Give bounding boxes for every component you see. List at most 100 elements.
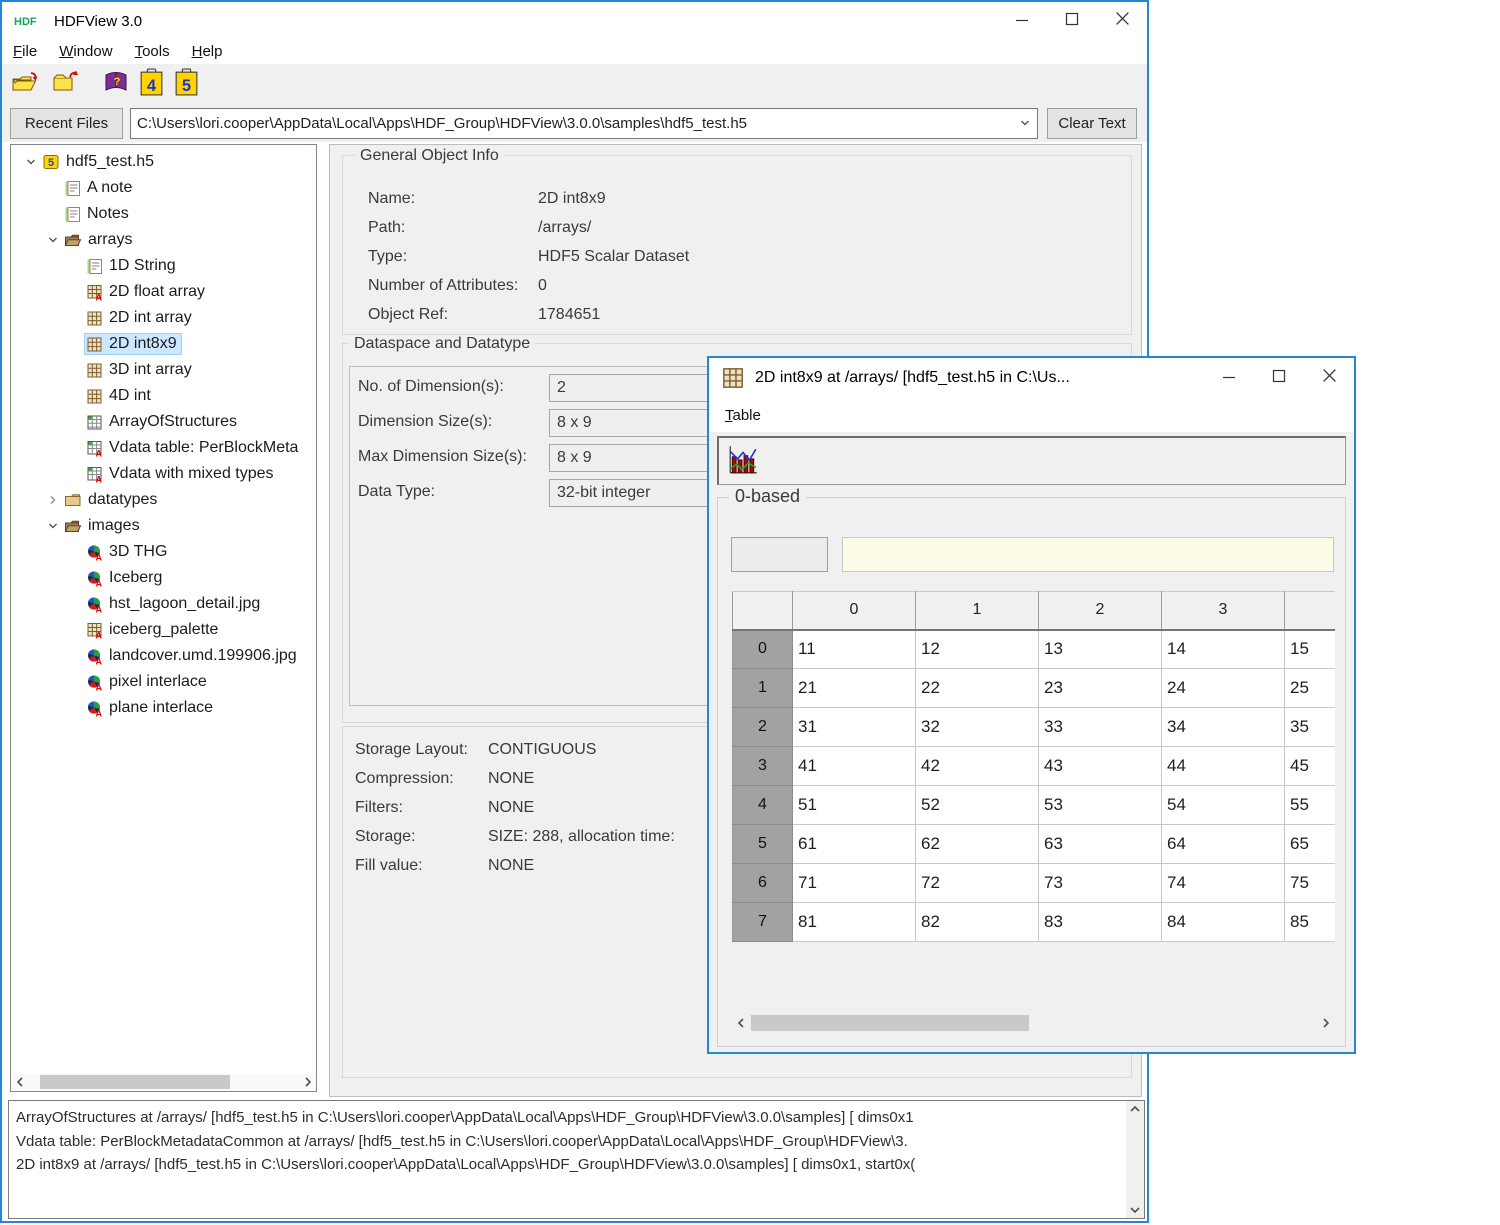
grid-cell[interactable]: 82: [916, 903, 1039, 942]
tree-scrollbar-track[interactable]: [28, 1075, 299, 1089]
grid-cell[interactable]: 43: [1039, 747, 1162, 786]
grid-cell[interactable]: 24: [1162, 669, 1285, 708]
file-path-combobox[interactable]: C:\Users\lori.cooper\AppData\Local\Apps\…: [130, 108, 1038, 139]
tree-item-a-note[interactable]: A note: [11, 175, 316, 201]
close-button[interactable]: [1097, 2, 1147, 40]
grid-cell[interactable]: 71: [793, 864, 916, 903]
grid-cell[interactable]: 23: [1039, 669, 1162, 708]
open-file-button[interactable]: [10, 69, 42, 100]
tree-item-images[interactable]: images: [11, 513, 316, 539]
tree-item-vdata-table-perblockmeta[interactable]: AVdata table: PerBlockMeta: [11, 435, 316, 461]
row-header-1[interactable]: 1: [733, 669, 793, 708]
menu-file[interactable]: File: [13, 41, 47, 62]
tree-item-vdata-with-mixed-types[interactable]: AVdata with mixed types: [11, 461, 316, 487]
grid-scrollbar-track[interactable]: [749, 1015, 1317, 1031]
grid-cell[interactable]: 45: [1285, 747, 1336, 786]
menu-tools[interactable]: Tools: [135, 41, 180, 62]
tree-item-arrays[interactable]: arrays: [11, 227, 316, 253]
clear-text-button[interactable]: Clear Text: [1047, 108, 1137, 139]
grid-cell[interactable]: 61: [793, 825, 916, 864]
menu-help[interactable]: Help: [192, 41, 233, 62]
grid-cell[interactable]: 73: [1039, 864, 1162, 903]
grid-cell[interactable]: 62: [916, 825, 1039, 864]
grid-cell[interactable]: 51: [793, 786, 916, 825]
grid-cell[interactable]: 33: [1039, 708, 1162, 747]
grid-cell[interactable]: 74: [1162, 864, 1285, 903]
grid-cell[interactable]: 52: [916, 786, 1039, 825]
cell-selection-field[interactable]: [731, 537, 828, 572]
tree-item-4d-int[interactable]: 4D int: [11, 383, 316, 409]
grid-cell[interactable]: 54: [1162, 786, 1285, 825]
grid-cell[interactable]: 35: [1285, 708, 1336, 747]
row-header-2[interactable]: 2: [733, 708, 793, 747]
tree-item-1d-string[interactable]: 1D String: [11, 253, 316, 279]
grid-corner-cell[interactable]: [733, 592, 793, 630]
minimize-button[interactable]: [997, 2, 1047, 40]
column-header-3[interactable]: 3: [1162, 592, 1285, 630]
status-log[interactable]: ArrayOfStructures at /arrays/ [hdf5_test…: [8, 1100, 1145, 1219]
lineplot-button[interactable]: [725, 443, 761, 479]
tree-horizontal-scrollbar[interactable]: [11, 1073, 316, 1091]
scroll-left-icon[interactable]: [732, 1017, 749, 1029]
column-header-4[interactable]: 4: [1285, 592, 1336, 630]
tree-item-pixel-interlace[interactable]: Apixel interlace: [11, 669, 316, 695]
column-header-1[interactable]: 1: [916, 592, 1039, 630]
column-header-0[interactable]: 0: [793, 592, 916, 630]
maximize-button[interactable]: [1047, 2, 1097, 40]
row-header-0[interactable]: 0: [733, 630, 793, 669]
row-header-5[interactable]: 5: [733, 825, 793, 864]
grid-cell[interactable]: 34: [1162, 708, 1285, 747]
tree-item-hst-lagoon-detail-jpg[interactable]: Ahst_lagoon_detail.jpg: [11, 591, 316, 617]
tree-item-datatypes[interactable]: datatypes: [11, 487, 316, 513]
grid-cell[interactable]: 11: [793, 630, 916, 669]
column-header-2[interactable]: 2: [1039, 592, 1162, 630]
hdf4-file-large-button[interactable]: 4: [138, 68, 165, 100]
tree-item-iceberg[interactable]: AIceberg: [11, 565, 316, 591]
scroll-up-icon[interactable]: [1129, 1101, 1141, 1117]
grid-cell[interactable]: 85: [1285, 903, 1336, 942]
menu-window[interactable]: Window: [59, 41, 122, 62]
grid-cell[interactable]: 65: [1285, 825, 1336, 864]
grid-cell[interactable]: 14: [1162, 630, 1285, 669]
tree-item-2d-float-array[interactable]: A2D float array: [11, 279, 316, 305]
tree-item-iceberg-palette[interactable]: Aiceberg_palette: [11, 617, 316, 643]
grid-cell[interactable]: 81: [793, 903, 916, 942]
chevron-down-icon[interactable]: [43, 520, 63, 532]
grid-cell[interactable]: 55: [1285, 786, 1336, 825]
combo-dropdown-icon[interactable]: [1013, 117, 1037, 129]
chevron-down-icon[interactable]: [43, 234, 63, 246]
minimize-button[interactable]: [1204, 358, 1254, 398]
tree-scrollbar-thumb[interactable]: [40, 1075, 230, 1089]
grid-cell[interactable]: 12: [916, 630, 1039, 669]
grid-cell[interactable]: 31: [793, 708, 916, 747]
tree-item-3d-int-array[interactable]: 3D int array: [11, 357, 316, 383]
tree-item-plane-interlace[interactable]: Aplane interlace: [11, 695, 316, 721]
tree-item-landcover-umd-199906-jpg[interactable]: Alandcover.umd.199906.jpg: [11, 643, 316, 669]
grid-cell[interactable]: 83: [1039, 903, 1162, 942]
grid-cell[interactable]: 15: [1285, 630, 1336, 669]
scroll-right-icon[interactable]: [1317, 1017, 1334, 1029]
grid-cell[interactable]: 64: [1162, 825, 1285, 864]
grid-cell[interactable]: 63: [1039, 825, 1162, 864]
help-book-button[interactable]: ?: [102, 69, 130, 99]
tree-item-arrayofstructures[interactable]: ArrayOfStructures: [11, 409, 316, 435]
grid-cell[interactable]: 44: [1162, 747, 1285, 786]
tree-item-2d-int-array[interactable]: 2D int array: [11, 305, 316, 331]
cell-value-field[interactable]: [842, 537, 1334, 572]
grid-cell[interactable]: 72: [916, 864, 1039, 903]
grid-cell[interactable]: 22: [916, 669, 1039, 708]
tree-item-3d-thg[interactable]: A3D THG: [11, 539, 316, 565]
grid-cell[interactable]: 41: [793, 747, 916, 786]
tree-item-notes[interactable]: Notes: [11, 201, 316, 227]
chevron-down-icon[interactable]: [21, 156, 41, 168]
scroll-right-icon[interactable]: [299, 1076, 316, 1088]
row-header-3[interactable]: 3: [733, 747, 793, 786]
close-button[interactable]: [1304, 358, 1354, 398]
grid-cell[interactable]: 42: [916, 747, 1039, 786]
grid-cell[interactable]: 75: [1285, 864, 1336, 903]
row-header-7[interactable]: 7: [733, 903, 793, 942]
grid-cell[interactable]: 53: [1039, 786, 1162, 825]
tree-item-hdf5-test-h5[interactable]: 5hdf5_test.h5: [11, 149, 316, 175]
menu-table[interactable]: Table: [725, 405, 771, 426]
chevron-right-icon[interactable]: [43, 494, 63, 506]
